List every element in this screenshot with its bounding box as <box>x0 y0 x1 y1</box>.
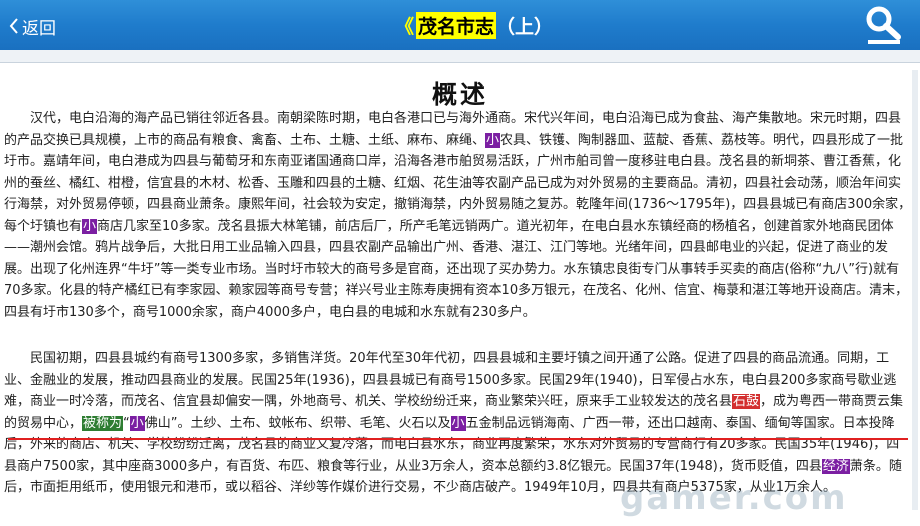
article-heading: 概述 <box>431 80 488 109</box>
chevron-left-icon <box>9 18 18 34</box>
search-button[interactable] <box>862 4 906 46</box>
highlighted-term: 被称为 <box>82 415 124 431</box>
page-title: 《 茂名市志 （上） <box>395 11 553 39</box>
paragraph-2: 民国初期，四县县城约有商号1300多家，多销售洋货。20年代至30年代初，四县县… <box>4 348 912 499</box>
watermark: gamer.com <box>620 478 848 518</box>
header-separator <box>0 50 920 63</box>
scrollbar[interactable] <box>912 70 918 510</box>
top-bar: 返回 《 茂名市志 （上） <box>0 0 920 50</box>
highlighted-term: 石鼓 <box>732 394 761 409</box>
highlighted-term: 小 <box>82 218 98 234</box>
article-content: 概述 汉代，电白沿海的海产品已销往邻近各县。南朝梁陈时期，电白各港口已与海外通商… <box>0 63 920 526</box>
back-label: 返回 <box>22 18 56 39</box>
red-underline-annotation <box>8 438 908 440</box>
search-icon <box>866 6 901 44</box>
title-highlight: 茂名市志 <box>416 11 497 39</box>
title-prefix: 《 <box>395 15 415 38</box>
highlighted-term: 小 <box>450 415 466 431</box>
text-segment: 佛山”。土纱、土布、蚊帐布、织带、毛笔、火石以及 <box>144 415 451 431</box>
title-suffix: （上） <box>496 15 554 38</box>
text-segment: 商店几家至10多家。茂名县振大林笔铺，前店后厂，所产毛笔远销两广。道光初年，在电… <box>4 218 909 320</box>
highlighted-term: 小 <box>129 415 145 431</box>
text-segment: “ <box>123 415 130 431</box>
back-button[interactable]: 返回 <box>8 14 56 39</box>
highlighted-term: 小 <box>485 132 501 148</box>
highlighted-term: 经济 <box>821 458 850 474</box>
paragraph-1: 汉代，电白沿海的海产品已销往邻近各县。南朝梁陈时期，电白各港口已与海外通商。宋代… <box>4 108 912 323</box>
